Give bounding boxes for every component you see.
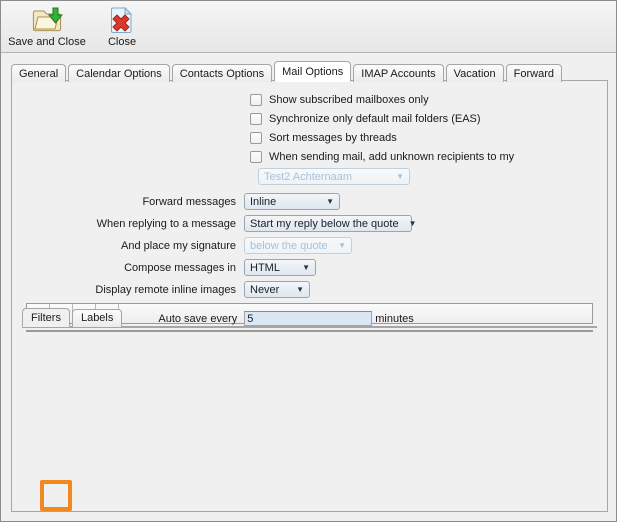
filters-grid-header: Name Active (27, 331, 592, 332)
tab-general[interactable]: General (11, 64, 67, 82)
chevron-down-icon: ▼ (338, 240, 346, 250)
label-minutes: minutes (375, 312, 414, 325)
mail-checkbox-group: Show subscribed mailboxes only Synchroni… (12, 81, 607, 187)
select-forward-messages-value: Inline (250, 195, 277, 208)
chevron-down-icon: ▼ (408, 218, 417, 228)
select-contacts-addressbook[interactable]: Test2 Achternaam ▼ (258, 168, 410, 185)
tab-vacation[interactable]: Vacation (445, 64, 504, 82)
subtab-labels[interactable]: Labels (71, 309, 123, 327)
tab-mail-options[interactable]: Mail Options (274, 61, 352, 82)
tab-calendar-options[interactable]: Calendar Options (68, 64, 170, 82)
checkbox-row-sync-default-folders[interactable]: Synchronize only default mail folders (E… (12, 109, 607, 128)
close-document-icon (106, 5, 138, 35)
window-toolbar: Save and Close Close (1, 1, 616, 53)
checkbox-label-add-unknown-recipients: When sending mail, add unknown recipient… (269, 150, 515, 163)
subtab-filters[interactable]: Filters (22, 308, 70, 327)
label-forward-messages: Forward messages (142, 195, 236, 208)
checkbox-sync-default-mail-folders[interactable] (250, 112, 262, 125)
options-window: Save and Close Close General Calendar Op… (0, 0, 617, 522)
chevron-down-icon: ▼ (396, 171, 404, 181)
label-compose-messages-in: Compose messages in (124, 261, 236, 274)
checkbox-row-subscribed[interactable]: Show subscribed mailboxes only (12, 90, 607, 109)
main-tabstrip: General Calendar Options Contacts Option… (11, 59, 616, 82)
label-display-remote-inline-images: Display remote inline images (95, 283, 236, 296)
close-label: Close (107, 36, 137, 48)
select-forward-messages[interactable]: Inline ▼ (244, 193, 340, 210)
checkbox-row-add-unknown-recipients[interactable]: When sending mail, add unknown recipient… (12, 147, 607, 166)
select-compose-format-value: HTML (250, 261, 280, 274)
filters-subtab-bar: Filters Labels Auto save every minutes (12, 305, 607, 327)
save-folder-icon (31, 5, 64, 35)
tab-imap-accounts[interactable]: IMAP Accounts (353, 64, 444, 82)
label-auto-save-every: Auto save every (158, 312, 238, 325)
checkbox-add-unknown-recipients[interactable] (250, 150, 262, 163)
form-row-forward-messages: Forward messages Inline ▼ (12, 191, 607, 212)
checkbox-show-subscribed-mailboxes[interactable] (250, 93, 262, 106)
checkbox-label-sync-default-mail-folders: Synchronize only default mail folders (E… (269, 112, 481, 125)
label-when-replying-to-a-message: When replying to a message (96, 217, 236, 230)
column-header-active[interactable]: Active (532, 331, 592, 332)
checkbox-row-sort-by-threads[interactable]: Sort messages by threads (12, 128, 607, 147)
tab-forward[interactable]: Forward (505, 64, 562, 82)
label-and-place-my-signature: And place my signature (121, 239, 236, 252)
select-signature-position[interactable]: below the quote ▼ (244, 237, 352, 254)
close-button[interactable]: Close (89, 3, 155, 48)
checkbox-sort-messages-by-threads[interactable] (250, 131, 262, 144)
select-remote-inline-images-value: Never (250, 283, 280, 296)
auto-save-interval-input[interactable] (244, 311, 373, 326)
checkbox-label-sort-messages-by-threads: Sort messages by threads (269, 131, 397, 144)
chevron-down-icon: ▼ (296, 284, 304, 294)
mail-options-form: Forward messages Inline ▼ When replying … (12, 191, 607, 300)
autosave-control: Auto save every minutes (158, 311, 414, 326)
save-and-close-button[interactable]: Save and Close (5, 3, 89, 48)
select-compose-format[interactable]: HTML ▼ (244, 259, 316, 276)
chevron-down-icon: ▼ (326, 196, 334, 206)
save-and-close-label: Save and Close (8, 36, 86, 48)
checkbox-label-show-subscribed-mailboxes: Show subscribed mailboxes only (269, 93, 429, 106)
form-row-signature-position: And place my signature below the quote ▼ (12, 235, 607, 256)
column-header-name[interactable]: Name (27, 331, 532, 332)
filters-subtabs: Filters Labels (22, 308, 124, 327)
select-reply-position-value: Start my reply below the quote (250, 217, 399, 230)
tab-contacts-options[interactable]: Contacts Options (171, 64, 273, 82)
select-signature-position-value: below the quote (250, 239, 328, 252)
contacts-target-row: Test2 Achternaam ▼ (12, 166, 607, 187)
select-contacts-addressbook-value: Test2 Achternaam (264, 170, 353, 183)
form-row-compose-format: Compose messages in HTML ▼ (12, 257, 607, 278)
filters-grid: Name Active My First Filter (26, 330, 593, 332)
form-row-remote-images: Display remote inline images Never ▼ (12, 279, 607, 300)
select-remote-inline-images[interactable]: Never ▼ (244, 281, 310, 298)
mail-options-content: Show subscribed mailboxes only Synchroni… (12, 81, 607, 511)
mail-options-panel: Show subscribed mailboxes only Synchroni… (11, 80, 608, 512)
form-row-reply-position: When replying to a message Start my repl… (12, 213, 607, 234)
select-reply-position[interactable]: Start my reply below the quote ▼ (244, 215, 417, 232)
chevron-down-icon: ▼ (302, 262, 310, 272)
